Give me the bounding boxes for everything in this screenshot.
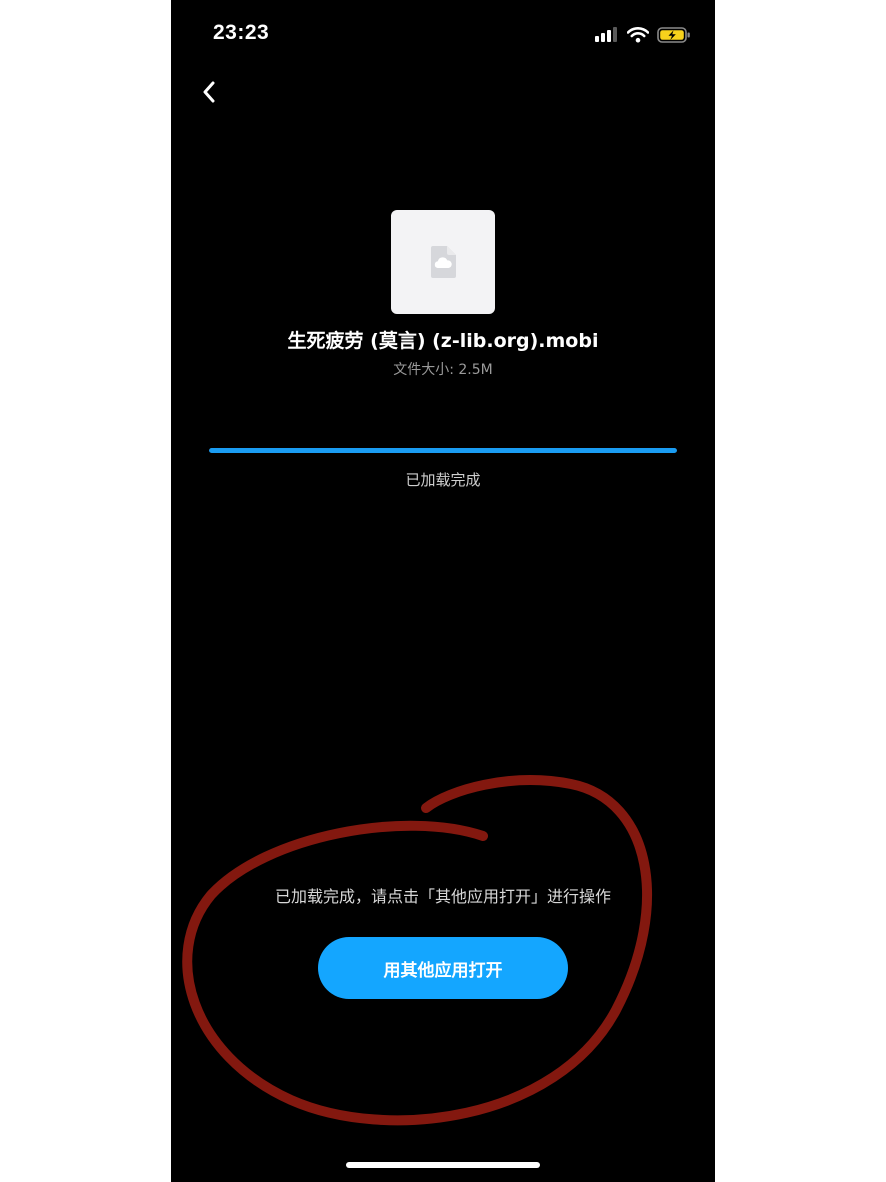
status-icons — [595, 24, 691, 46]
status-time: 23:23 — [213, 21, 270, 44]
file-name: 生死疲劳 (莫言) (z-lib.org).mobi — [287, 330, 599, 352]
file-preview-screen: 23:23 生死疲劳 (莫言) (z-lib.org).mobi 文件大小: 2… — [171, 0, 715, 1182]
wifi-icon — [627, 27, 649, 43]
file-size: 文件大小: 2.5M — [393, 362, 493, 378]
file-thumbnail — [391, 210, 495, 314]
progress-bar — [209, 448, 677, 453]
open-with-other-app-button[interactable]: 用其他应用打开 — [318, 937, 568, 999]
progress-bar-fill — [209, 448, 677, 453]
chevron-left-icon — [203, 81, 215, 103]
battery-charging-icon — [657, 27, 690, 43]
cloud-file-icon — [431, 246, 456, 278]
status-bar: 23:23 — [171, 0, 715, 70]
progress-status: 已加载完成 — [405, 471, 481, 489]
annotation-circle — [182, 775, 653, 1126]
home-indicator[interactable] — [346, 1162, 540, 1168]
back-button[interactable] — [191, 74, 227, 110]
signal-icon — [595, 27, 617, 42]
instruction-text: 已加载完成，请点击「其他应用打开」进行操作 — [274, 887, 611, 906]
